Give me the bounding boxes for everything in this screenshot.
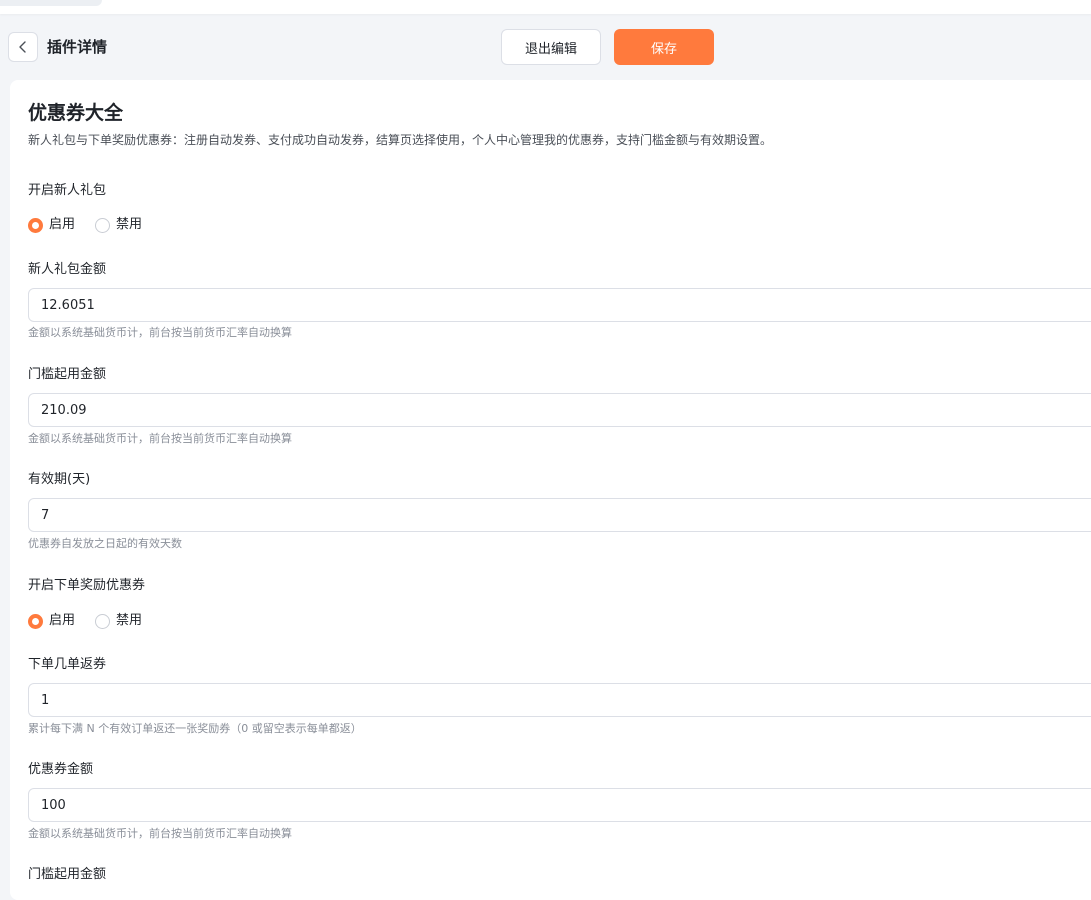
back-button[interactable] bbox=[8, 32, 38, 62]
validity-days-input[interactable] bbox=[28, 498, 1091, 532]
plugin-title: 优惠券大全 bbox=[28, 102, 124, 124]
gift-amount-label: 新人礼包金额 bbox=[28, 262, 107, 277]
threshold-amount-label: 门槛起用金额 bbox=[28, 367, 107, 382]
save-button[interactable]: 保存 bbox=[614, 29, 714, 65]
new-user-gift-enable-radio[interactable]: 启用 bbox=[28, 216, 75, 234]
reward-threshold-label: 门槛起用金额 bbox=[28, 867, 107, 882]
radio-label: 启用 bbox=[49, 613, 76, 628]
tab-stub[interactable] bbox=[0, 0, 102, 6]
radio-label: 禁用 bbox=[116, 613, 143, 628]
coupon-amount-hint: 金额以系统基础货币计，前台按当前货币汇率自动换算 bbox=[28, 827, 292, 840]
order-reward-label: 开启下单奖励优惠券 bbox=[28, 578, 146, 593]
plugin-detail-card: 优惠券大全 新人礼包与下单奖励优惠券：注册自动发券、支付成功自动发券，结算页选择… bbox=[10, 80, 1091, 900]
coupon-amount-label: 优惠券金额 bbox=[28, 762, 94, 777]
page-title: 插件详情 bbox=[47, 38, 108, 56]
validity-days-hint: 优惠券自发放之日起的有效天数 bbox=[28, 537, 182, 550]
order-reward-radio-group: 启用 禁用 bbox=[28, 611, 162, 631]
new-user-gift-disable-radio[interactable]: 禁用 bbox=[95, 216, 142, 234]
new-user-gift-label: 开启新人礼包 bbox=[28, 183, 107, 198]
gift-amount-hint: 金额以系统基础货币计，前台按当前货币汇率自动换算 bbox=[28, 326, 292, 339]
radio-checked-icon bbox=[28, 613, 43, 629]
gift-amount-input[interactable] bbox=[28, 288, 1091, 322]
orders-per-coupon-label: 下单几单返券 bbox=[28, 657, 107, 672]
radio-unchecked-icon bbox=[95, 217, 111, 233]
threshold-amount-hint: 金额以系统基础货币计，前台按当前货币汇率自动换算 bbox=[28, 432, 292, 445]
chevron-left-icon bbox=[19, 41, 26, 53]
new-user-gift-radio-group: 启用 禁用 bbox=[28, 215, 162, 235]
validity-days-label: 有效期(天) bbox=[28, 472, 91, 487]
order-reward-disable-radio[interactable]: 禁用 bbox=[95, 612, 142, 630]
orders-per-coupon-hint: 累计每下满 N 个有效订单返还一张奖励券（0 或留空表示每单都返） bbox=[28, 722, 362, 735]
exit-edit-button[interactable]: 退出编辑 bbox=[501, 29, 601, 65]
radio-label: 启用 bbox=[49, 217, 76, 232]
radio-checked-icon bbox=[28, 217, 43, 233]
radio-label: 禁用 bbox=[116, 217, 143, 232]
plugin-description: 新人礼包与下单奖励优惠券：注册自动发券、支付成功自动发券，结算页选择使用，个人中… bbox=[28, 133, 773, 147]
orders-per-coupon-input[interactable] bbox=[28, 683, 1091, 717]
top-tab-bar bbox=[0, 0, 1091, 14]
coupon-amount-input[interactable] bbox=[28, 788, 1091, 822]
radio-unchecked-icon bbox=[95, 613, 111, 629]
page-header: 插件详情 退出编辑 保存 bbox=[0, 14, 1091, 80]
order-reward-enable-radio[interactable]: 启用 bbox=[28, 612, 75, 630]
threshold-amount-input[interactable] bbox=[28, 393, 1091, 427]
